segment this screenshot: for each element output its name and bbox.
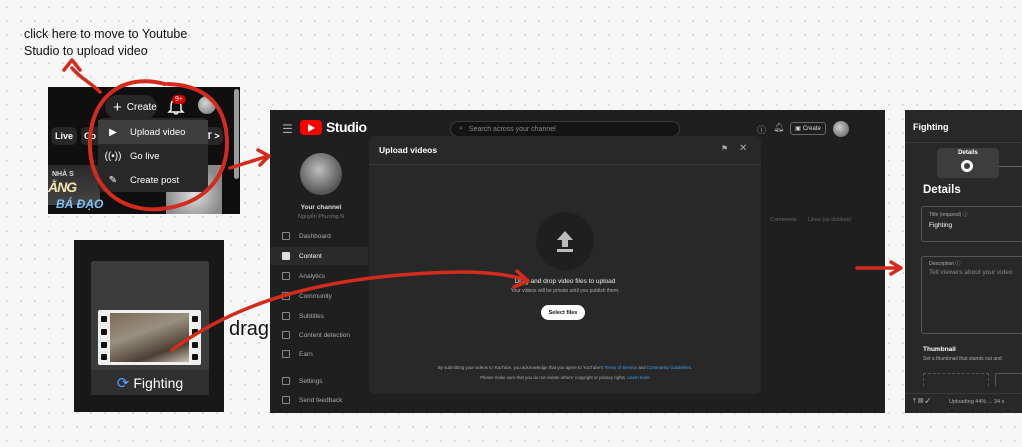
highlight-circle xyxy=(87,79,229,212)
arrow-to-note xyxy=(70,66,102,94)
drag-arrow xyxy=(170,270,529,352)
annotation-overlay xyxy=(62,58,903,352)
